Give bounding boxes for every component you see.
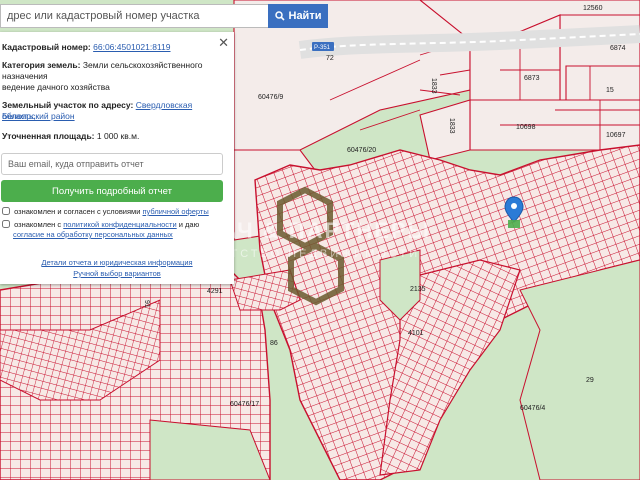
search-icon: [274, 11, 285, 21]
search-button[interactable]: Найти: [268, 4, 328, 28]
manual-selection-link[interactable]: Ручной выбор вариантов: [0, 269, 234, 278]
land-category-row: Категория земель: Земли сельскохозяйстве…: [2, 60, 228, 71]
search-input[interactable]: [0, 4, 268, 28]
map-label: 60476/9: [258, 94, 283, 101]
area-label: Уточненная площадь:: [2, 131, 95, 141]
consent-offer-row: ознакомлен и согласен с условиями публич…: [2, 207, 230, 217]
map-label: 60476/4: [520, 405, 545, 412]
area-value: 1 000 кв.м.: [96, 131, 140, 141]
map-label: 86: [270, 340, 278, 347]
map-label: 60476/20: [347, 147, 376, 154]
consent-personal-data-row: согласие на обработку персональных данны…: [13, 230, 241, 240]
cadastral-number-label: Кадастровый номер:: [2, 42, 91, 52]
map-label: 6874: [610, 45, 626, 52]
consent-privacy-text: ознакомлен с: [14, 220, 62, 229]
map-label: 29: [586, 377, 594, 384]
address-label: Земельный участок по адресу:: [2, 100, 134, 110]
search-bar: Найти: [0, 4, 330, 28]
offer-checkbox[interactable]: [2, 207, 10, 215]
offer-link[interactable]: публичной оферты: [143, 207, 209, 216]
land-category-value: Земли сельскохозяйственного: [82, 60, 203, 70]
land-category-value-2: назначения: [2, 71, 48, 81]
consent-privacy-text-b: и даю: [178, 220, 200, 229]
parcel-info-panel: ✕ Кадастровый номер: 66:06:4501021:8119 …: [0, 32, 234, 284]
privacy-policy-link[interactable]: политикой конфиденциальности: [63, 220, 176, 229]
area-row: Уточненная площадь: 1 000 кв.м.: [2, 131, 228, 142]
privacy-checkbox[interactable]: [2, 220, 10, 228]
cadastral-number-row: Кадастровый номер: 66:06:4501021:8119: [2, 42, 228, 53]
get-report-button[interactable]: Получить подробный отчет: [1, 180, 223, 202]
map-label-road: Р-351: [314, 45, 331, 51]
consent-offer-text: ознакомлен и согласен с условиями: [14, 207, 141, 216]
land-category-label: Категория земель:: [2, 60, 81, 70]
personal-data-link[interactable]: согласие на обработку персональных данны…: [13, 230, 173, 239]
map-label: 60476/17: [230, 401, 259, 408]
map-label: 2135: [410, 286, 426, 293]
email-input[interactable]: [1, 153, 223, 175]
map-label: 4291: [207, 288, 223, 295]
map-label: 15: [606, 87, 614, 94]
map-label: 6873: [524, 75, 540, 82]
search-button-label: Найти: [288, 10, 322, 22]
map-label: 10698: [516, 124, 536, 131]
address-link-2[interactable]: Белоярский район: [2, 111, 228, 122]
cadastral-number-link[interactable]: 66:06:4501021:8119: [93, 42, 170, 52]
consent-privacy-row: ознакомлен с политикой конфиденциальност…: [2, 220, 230, 230]
map-label: 1833: [448, 118, 455, 134]
map-label: 91: [143, 300, 150, 308]
map-label: 72: [326, 55, 334, 62]
land-use-value: ведение дачного хозяйства: [2, 82, 110, 92]
map-label: 4101: [408, 330, 424, 337]
report-details-link[interactable]: Детали отчета и юридическая информация: [0, 258, 234, 267]
map-label: 12560: [583, 5, 603, 12]
map-label: 1833: [430, 78, 437, 94]
map-label: 10697: [606, 132, 626, 139]
